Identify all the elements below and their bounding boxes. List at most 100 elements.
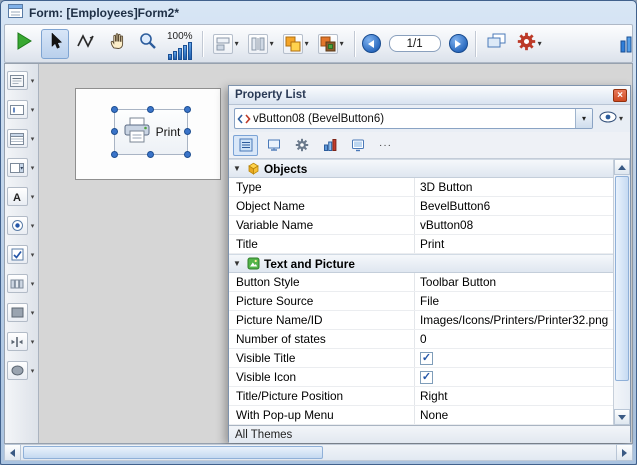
checkbox-tool-icon[interactable] <box>7 245 28 264</box>
splitter-tool-icon[interactable] <box>7 332 28 351</box>
tab-events[interactable] <box>317 135 342 156</box>
chevron-down-icon[interactable]: ▾ <box>538 40 542 48</box>
tool-rectangle[interactable]: ▾ <box>7 303 37 322</box>
tab-more[interactable]: ··· <box>373 135 398 156</box>
chevron-down-icon[interactable]: ▾ <box>29 193 37 201</box>
section-header-text-and-picture[interactable]: ▼ Text and Picture <box>229 254 613 273</box>
chevron-down-icon[interactable]: ▾ <box>340 40 344 48</box>
chevron-down-icon[interactable]: ▾ <box>29 77 37 85</box>
entry-order-tool-button[interactable] <box>72 29 100 59</box>
scrollbar-track[interactable] <box>21 444 616 461</box>
border-color-menu-button[interactable]: ▾ <box>315 32 347 56</box>
tab-display[interactable] <box>345 135 370 156</box>
visible-title-checkbox[interactable]: ✓ <box>420 352 433 365</box>
property-row-visible-title[interactable]: Visible Title ✓ <box>229 349 613 368</box>
settings-menu-button[interactable]: ▾ <box>514 30 545 58</box>
tool-checkbox[interactable]: ▾ <box>7 245 37 264</box>
property-row-title[interactable]: Title Print <box>229 235 613 254</box>
property-row-picture-source[interactable]: Picture Source File <box>229 292 613 311</box>
chevron-down-icon[interactable]: ▾ <box>305 40 309 48</box>
tool-splitter[interactable]: ▾ <box>7 332 37 351</box>
selection-handle-sw[interactable] <box>111 151 118 158</box>
property-row-type[interactable]: Type 3D Button <box>229 178 613 197</box>
disclosure-triangle-icon[interactable]: ▼ <box>233 259 242 268</box>
label-tool-icon[interactable]: A <box>7 187 28 206</box>
chevron-down-icon[interactable]: ▾ <box>29 222 37 230</box>
property-row-number-of-states[interactable]: Number of states 0 <box>229 330 613 349</box>
tool-input[interactable]: ▾ <box>7 100 37 119</box>
oval-tool-icon[interactable] <box>7 361 28 380</box>
combobox-tool-icon[interactable] <box>7 158 28 177</box>
property-row-with-popup-menu[interactable]: With Pop-up Menu None <box>229 406 613 425</box>
tool-text[interactable]: ▾ <box>7 71 37 90</box>
scroll-right-button[interactable] <box>616 444 633 461</box>
tab-settings[interactable] <box>289 135 314 156</box>
tool-button-grid[interactable]: ▾ <box>7 274 37 293</box>
tool-label[interactable]: A▾ <box>7 187 37 206</box>
property-value[interactable]: vButton08 <box>415 216 613 234</box>
radio-button-tool-icon[interactable] <box>7 216 28 235</box>
scrollbar-thumb[interactable] <box>23 446 323 459</box>
chevron-down-icon[interactable]: ▾ <box>29 280 37 288</box>
property-row-button-style[interactable]: Button Style Toolbar Button <box>229 273 613 292</box>
title-bar[interactable]: Form: [Employees]Form2* <box>1 1 636 24</box>
selection-handle-e[interactable] <box>184 128 191 135</box>
chevron-down-icon[interactable]: ▾ <box>619 115 623 123</box>
chevron-down-icon[interactable]: ▾ <box>29 367 37 375</box>
disclosure-triangle-icon[interactable]: ▼ <box>233 164 242 173</box>
tool-oval[interactable]: ▾ <box>7 361 37 380</box>
tool-listbox[interactable]: ▾ <box>7 129 37 148</box>
chevron-down-icon[interactable]: ▾ <box>29 338 37 346</box>
combo-dropdown-button[interactable]: ▾ <box>575 109 592 128</box>
close-icon[interactable]: × <box>613 89 627 102</box>
chevron-down-icon[interactable]: ▾ <box>29 251 37 259</box>
property-row-visible-icon[interactable]: Visible Icon ✓ <box>229 368 613 387</box>
zoom-level-control[interactable]: 100% <box>167 27 193 60</box>
align-menu-button[interactable]: ▾ <box>210 32 242 56</box>
property-row-variable-name[interactable]: Variable Name vButton08 <box>229 216 613 235</box>
property-row-title-picture-position[interactable]: Title/Picture Position Right <box>229 387 613 406</box>
distribute-menu-button[interactable]: ▾ <box>245 32 277 56</box>
show-hide-properties-button[interactable]: ▾ <box>597 109 625 129</box>
button-grid-tool-icon[interactable] <box>7 274 28 293</box>
zoom-tool-button[interactable] <box>134 29 162 59</box>
page-indicator-field[interactable]: 1/1 <box>389 35 441 52</box>
chevron-down-icon[interactable]: ▾ <box>29 135 37 143</box>
chevron-down-icon[interactable]: ▾ <box>29 309 37 317</box>
windows-cascade-button[interactable] <box>483 29 511 59</box>
property-list-titlebar[interactable]: Property List × <box>229 86 630 105</box>
themes-footer[interactable]: All Themes <box>229 425 630 443</box>
property-row-picture-name[interactable]: Picture Name/ID Images/Icons/Printers/Pr… <box>229 311 613 330</box>
chevron-down-icon[interactable]: ▾ <box>235 40 239 48</box>
tab-appearance[interactable] <box>261 135 286 156</box>
canvas-horizontal-scrollbar[interactable] <box>4 444 633 461</box>
property-value[interactable]: Images/Icons/Printers/Printer32.png <box>415 311 613 329</box>
section-header-objects[interactable]: ▼ Objects <box>229 159 613 178</box>
property-value[interactable]: 0 <box>415 330 613 348</box>
selection-tool-button[interactable] <box>41 29 69 59</box>
fill-color-menu-button[interactable]: ▾ <box>280 32 312 56</box>
property-value[interactable]: Toolbar Button <box>415 273 613 291</box>
selection-handle-s[interactable] <box>147 151 154 158</box>
input-tool-icon[interactable] <box>7 100 28 119</box>
visible-icon-checkbox[interactable]: ✓ <box>420 371 433 384</box>
tool-radio-button[interactable]: ▾ <box>7 216 37 235</box>
scrollbar-thumb[interactable] <box>615 176 629 381</box>
property-value[interactable]: 3D Button <box>415 178 613 196</box>
zoom-bars-icon[interactable] <box>168 42 192 60</box>
rectangle-tool-icon[interactable] <box>7 303 28 322</box>
scroll-up-button[interactable] <box>614 159 630 175</box>
previous-page-button[interactable] <box>362 34 381 53</box>
property-value[interactable]: BevelButton6 <box>415 197 613 215</box>
selected-print-button[interactable]: Print <box>114 109 188 155</box>
selection-handle-w[interactable] <box>111 128 118 135</box>
listbox-tool-icon[interactable] <box>7 129 28 148</box>
property-row-object-name[interactable]: Object Name BevelButton6 <box>229 197 613 216</box>
chevron-down-icon[interactable]: ▾ <box>29 106 37 114</box>
tab-all-properties[interactable] <box>233 135 258 156</box>
property-value[interactable]: Print <box>415 235 613 253</box>
selection-handle-ne[interactable] <box>184 106 191 113</box>
tool-combobox[interactable]: ▾ <box>7 158 37 177</box>
selection-handle-se[interactable] <box>184 151 191 158</box>
move-tool-button[interactable] <box>103 29 131 59</box>
